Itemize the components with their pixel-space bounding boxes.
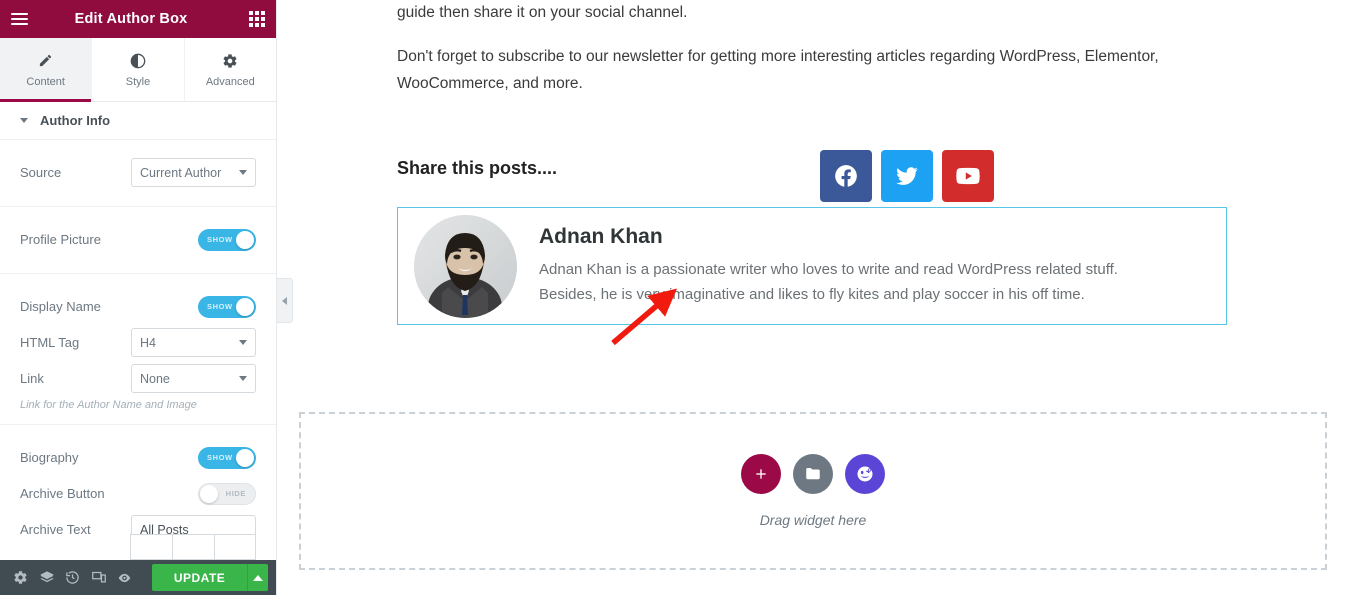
preview-eye-icon[interactable]: [112, 560, 138, 595]
panel-header: Edit Author Box: [0, 0, 276, 38]
tab-content-label: Content: [26, 75, 65, 88]
control-display-name-label: Display Name: [20, 299, 101, 314]
archive-button-toggle-state: HIDE: [225, 489, 246, 498]
control-link-label: Link: [20, 371, 44, 386]
canvas-paragraph-2: Don't forget to subscribe to our newslet…: [397, 48, 1159, 92]
toggle-knob: [236, 448, 254, 467]
tab-style-label: Style: [125, 75, 151, 88]
control-segment[interactable]: [130, 534, 172, 560]
history-clock-icon[interactable]: [60, 560, 86, 595]
control-profile-picture-label: Profile Picture: [20, 232, 101, 247]
html-tag-select[interactable]: H4: [131, 328, 256, 357]
elementor-panel: Edit Author Box Content Style Advanced A…: [0, 0, 277, 595]
elementor-ai-icon[interactable]: [845, 454, 885, 494]
author-avatar: [414, 214, 517, 318]
control-biography: Biography SHOW: [20, 442, 256, 473]
display-name-toggle[interactable]: SHOW: [198, 295, 256, 318]
control-group-display-name: Display Name SHOW HTML Tag H4 Link None …: [0, 274, 276, 425]
control-link: Link None: [20, 363, 256, 394]
control-display-name: Display Name SHOW: [20, 291, 256, 322]
template-folder-icon[interactable]: [793, 454, 833, 494]
html-tag-select-value: H4: [140, 335, 156, 350]
link-select[interactable]: None: [131, 364, 256, 393]
section-author-info-label: Author Info: [40, 113, 111, 128]
author-bio-line-2: Besides, he is very imaginative and like…: [539, 285, 1085, 303]
update-button[interactable]: UPDATE: [151, 564, 248, 591]
toggle-knob: [200, 484, 218, 503]
share-section: Share this posts....: [397, 150, 1227, 206]
control-group-source: Source Current Author: [0, 140, 276, 207]
biography-toggle[interactable]: SHOW: [198, 446, 256, 469]
control-source: Source Current Author: [20, 157, 256, 188]
control-segment[interactable]: [214, 534, 256, 560]
tab-advanced[interactable]: Advanced: [185, 38, 276, 101]
panel-tabs: Content Style Advanced: [0, 38, 276, 102]
chevron-down-icon: [239, 376, 247, 381]
control-group-profile-picture: Profile Picture SHOW: [0, 207, 276, 274]
update-options-caret-icon[interactable]: [247, 564, 268, 591]
facebook-share-button[interactable]: [820, 150, 872, 202]
social-icons: [820, 150, 994, 202]
tab-advanced-label: Advanced: [205, 75, 255, 88]
author-box-widget[interactable]: Adnan Khan Adnan Khan is a passionate wr…: [397, 207, 1227, 325]
share-title: Share this posts....: [397, 158, 558, 178]
twitter-share-button[interactable]: [881, 150, 933, 202]
display-name-toggle-state: SHOW: [207, 302, 233, 311]
author-bio-line-1: Adnan Khan is a passionate writer who lo…: [539, 261, 1118, 279]
contrast-circle-icon: [130, 52, 146, 70]
control-profile-picture: Profile Picture SHOW: [20, 224, 256, 255]
tab-style[interactable]: Style: [92, 38, 185, 101]
chevron-down-icon: [239, 170, 247, 175]
navigator-layers-icon[interactable]: [34, 560, 60, 595]
control-source-label: Source: [20, 165, 62, 180]
tab-content[interactable]: Content: [0, 38, 93, 102]
canvas-paragraph-1: guide then share it on your social chann…: [397, 4, 688, 21]
source-select[interactable]: Current Author: [131, 158, 256, 187]
control-archive-text-label: Archive Text: [20, 522, 91, 537]
control-html-tag: HTML Tag H4: [20, 327, 256, 358]
source-select-value: Current Author: [140, 165, 222, 180]
profile-picture-toggle[interactable]: SHOW: [198, 228, 256, 251]
author-info: Adnan Khan Adnan Khan is a passionate wr…: [539, 225, 1210, 307]
toggle-knob: [236, 230, 254, 249]
caret-down-icon: [20, 118, 28, 123]
gear-icon: [222, 52, 238, 70]
widgets-grid-icon[interactable]: [238, 0, 276, 38]
control-archive-button: Archive Button HIDE: [20, 478, 256, 509]
archive-button-toggle[interactable]: HIDE: [198, 482, 256, 505]
partially-hidden-control-group[interactable]: [130, 534, 256, 560]
author-name: Adnan Khan: [539, 225, 663, 249]
control-biography-label: Biography: [20, 450, 79, 465]
drag-widget-dropzone[interactable]: Drag widget here: [299, 412, 1327, 570]
pencil-icon: [38, 52, 53, 70]
editor-root: Edit Author Box Content Style Advanced A…: [0, 0, 1347, 595]
toggle-knob: [236, 297, 254, 316]
dropzone-buttons: [741, 454, 885, 494]
profile-picture-toggle-state: SHOW: [207, 235, 233, 244]
panel-footer: UPDATE: [0, 560, 276, 595]
editor-canvas: guide then share it on your social chann…: [277, 0, 1347, 595]
biography-toggle-state: SHOW: [207, 453, 233, 462]
control-archive-button-label: Archive Button: [20, 486, 105, 501]
panel-collapse-toggle[interactable]: [277, 278, 293, 323]
chevron-left-icon: [282, 296, 287, 305]
control-segment[interactable]: [172, 534, 214, 560]
link-select-value: None: [140, 371, 170, 386]
section-author-info[interactable]: Author Info: [0, 102, 276, 140]
control-link-description: Link for the Author Name and Image: [20, 399, 197, 411]
add-section-icon[interactable]: [741, 454, 781, 494]
panel-controls: Source Current Author Profile Picture SH…: [0, 140, 276, 560]
dropzone-label: Drag widget here: [759, 512, 867, 528]
settings-gear-icon[interactable]: [8, 560, 34, 595]
responsive-mode-icon[interactable]: [86, 560, 112, 595]
panel-title: Edit Author Box: [74, 11, 188, 27]
youtube-share-button[interactable]: [942, 150, 994, 202]
control-html-tag-label: HTML Tag: [20, 335, 80, 350]
chevron-down-icon: [239, 340, 247, 345]
